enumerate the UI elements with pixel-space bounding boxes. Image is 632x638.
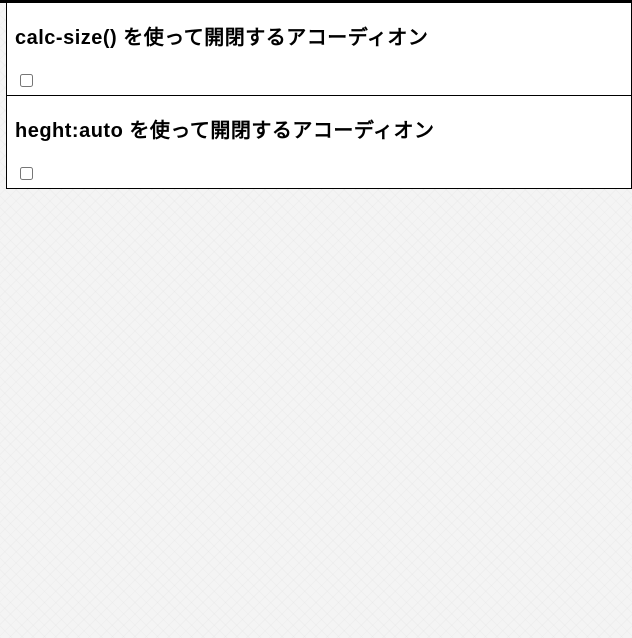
accordion-title: calc-size() を使って開閉するアコーディオン — [15, 21, 623, 50]
checkbox-wrapper — [15, 167, 623, 180]
accordion-section-calc-size: calc-size() を使って開閉するアコーディオン — [6, 3, 632, 96]
accordion-toggle-checkbox[interactable] — [20, 167, 33, 180]
accordion-title: heght:auto を使って開閉するアコーディオン — [15, 114, 623, 143]
accordion-toggle-checkbox[interactable] — [20, 74, 33, 87]
accordion-section-height-auto: heght:auto を使って開閉するアコーディオン — [6, 96, 632, 189]
checkbox-wrapper — [15, 74, 623, 87]
